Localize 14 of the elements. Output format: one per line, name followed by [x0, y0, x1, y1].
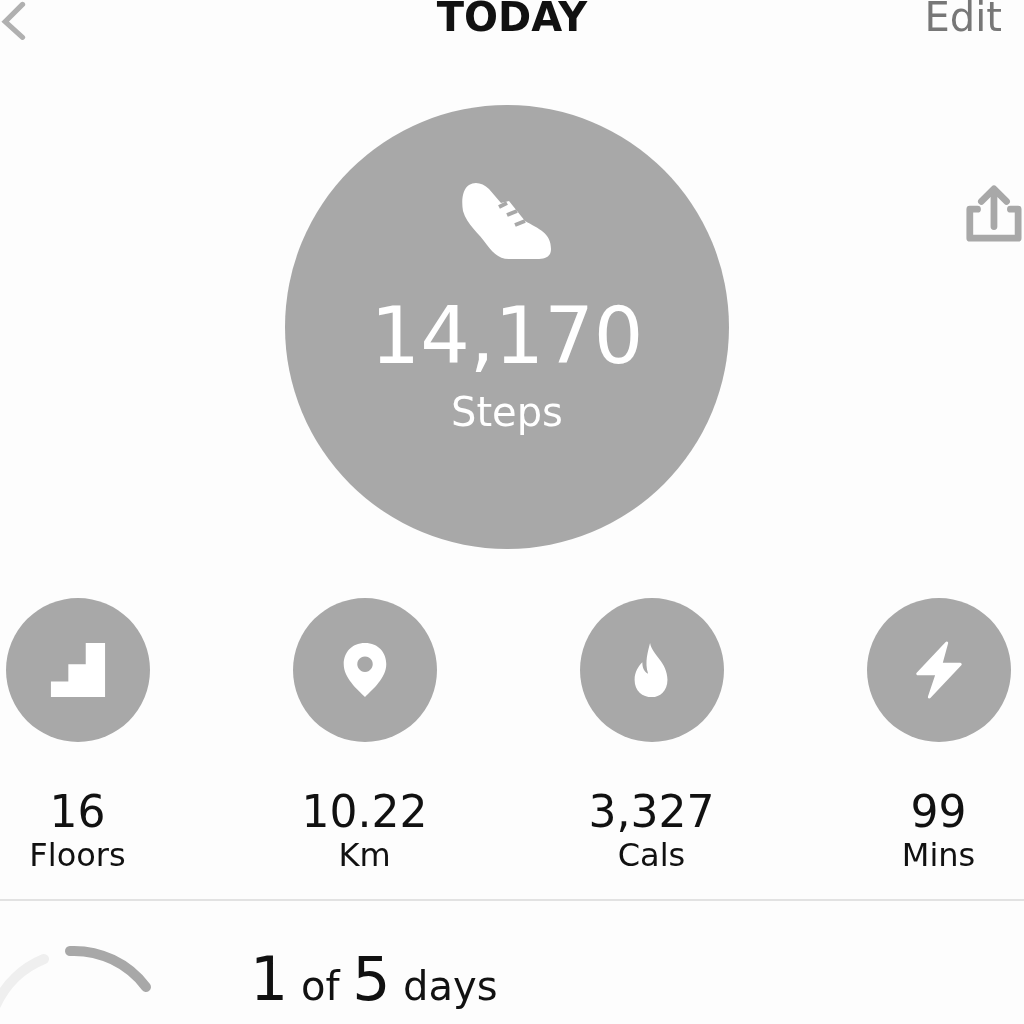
goal-text: 1 of 5 days	[250, 948, 498, 1009]
metric-label: Km	[338, 836, 391, 875]
metric-label: Cals	[617, 836, 686, 875]
edit-button[interactable]: Edit	[924, 0, 1002, 40]
steps-label: Steps	[451, 389, 563, 435]
metric-label: Mins	[901, 836, 976, 875]
metric-value: 16	[49, 788, 106, 837]
metric-value: 10.22	[301, 788, 428, 837]
metric-value: 3,327	[588, 788, 715, 837]
steps-circle[interactable]: 14,170 Steps	[285, 105, 729, 549]
steps-value: 14,170	[370, 297, 644, 375]
metric-label: Floors	[29, 836, 126, 875]
page-title: TODAY	[436, 0, 588, 40]
metric-value: 99	[910, 788, 967, 837]
